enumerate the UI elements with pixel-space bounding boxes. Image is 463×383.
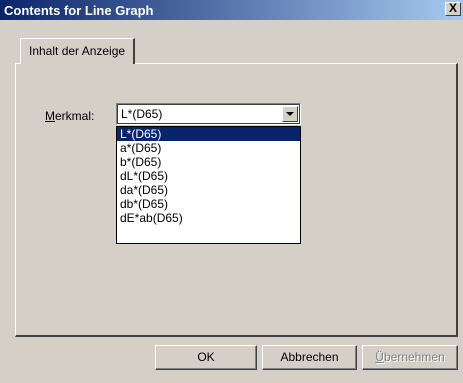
merkmal-combobox[interactable]: L*(D65) [116, 103, 301, 125]
close-icon: X [448, 1, 457, 15]
ok-button-label: OK [197, 350, 215, 364]
merkmal-dropdown-list: L*(D65) a*(D65) b*(D65) dL*(D65) da*(D65… [116, 126, 301, 244]
dropdown-arrow-button[interactable] [282, 106, 298, 122]
merkmal-selected-value: L*(D65) [121, 107, 163, 121]
cancel-button[interactable]: Abbrechen [262, 345, 357, 370]
option-da-d65[interactable]: da*(D65) [117, 183, 300, 197]
option-de-ab-d65[interactable]: dE*ab(D65) [117, 211, 300, 225]
option-dl-d65[interactable]: dL*(D65) [117, 169, 300, 183]
option-l-d65[interactable]: L*(D65) [117, 127, 300, 141]
ok-button[interactable]: OK [155, 345, 257, 370]
tab-inhalt-der-anzeige[interactable]: Inhalt der Anzeige [20, 38, 136, 64]
title-bar: Contents for Line Graph X [0, 0, 463, 20]
apply-button-accelerator: Ü [375, 350, 384, 364]
merkmal-label-accelerator: M [45, 109, 55, 123]
option-db-d65[interactable]: db*(D65) [117, 197, 300, 211]
apply-button-label: bernehmen [383, 350, 445, 364]
cancel-button-label: Abbrechen [280, 350, 339, 364]
tab-label: Inhalt der Anzeige [29, 44, 126, 58]
merkmal-label: Merkmal: [45, 109, 94, 123]
merkmal-label-text: erkmal: [55, 109, 95, 123]
option-b-d65[interactable]: b*(D65) [117, 155, 300, 169]
option-a-d65[interactable]: a*(D65) [117, 141, 300, 155]
window-title: Contents for Line Graph [4, 3, 154, 18]
apply-button: Übernehmen [362, 345, 458, 370]
close-button[interactable]: X [445, 2, 461, 16]
